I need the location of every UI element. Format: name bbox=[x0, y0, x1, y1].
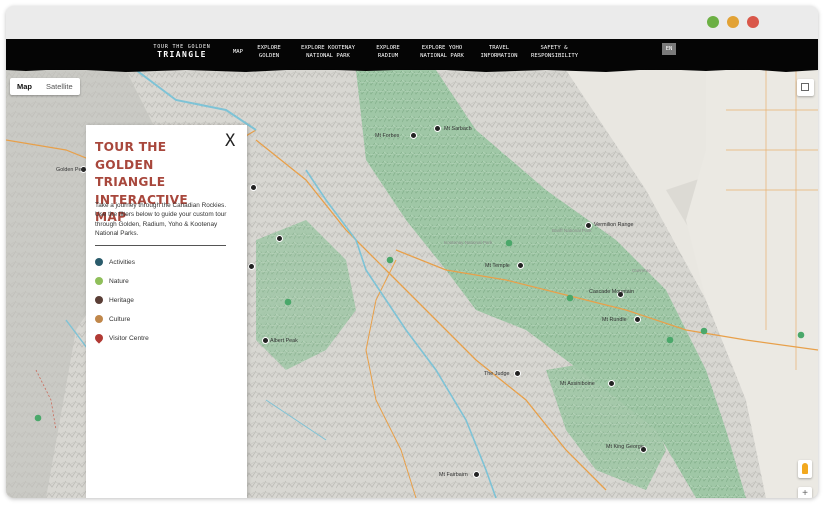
peak-label: The Judge bbox=[484, 371, 510, 377]
map-info-panel: X TOUR THE GOLDEN TRIANGLE INTERACTIVE M… bbox=[86, 125, 247, 498]
window-titlebar bbox=[6, 6, 818, 39]
nature-icon bbox=[95, 277, 103, 285]
peak-marker[interactable] bbox=[434, 125, 441, 132]
panel-close-button[interactable]: X bbox=[225, 131, 235, 151]
peak-label: Cascade Mountain bbox=[589, 289, 634, 295]
peak-label: Golden Peak bbox=[56, 167, 88, 173]
activities-icon bbox=[95, 258, 103, 266]
site-logo[interactable]: TOUR THE GOLDEN TRIANGLE bbox=[151, 45, 213, 59]
logo-line2: TRIANGLE bbox=[157, 50, 207, 59]
place-label: Banff National Park bbox=[552, 228, 592, 233]
map-type-control: Map Satellite bbox=[10, 78, 80, 95]
satellite-view-button[interactable]: Satellite bbox=[39, 78, 80, 95]
peak-label: Mt Rundle bbox=[602, 317, 627, 323]
maximize-button[interactable] bbox=[707, 16, 719, 28]
peak-marker[interactable] bbox=[473, 471, 480, 478]
filter-visitor-centre[interactable]: Visitor Centre bbox=[93, 332, 149, 344]
panel-divider bbox=[95, 245, 226, 246]
map-view-button[interactable]: Map bbox=[10, 78, 39, 95]
peak-label: Mt Sarbach bbox=[444, 126, 472, 132]
filter-heritage[interactable]: Heritage bbox=[95, 294, 134, 306]
peak-marker[interactable] bbox=[410, 132, 417, 139]
peak-marker[interactable] bbox=[262, 337, 269, 344]
filter-label: Nature bbox=[109, 277, 129, 285]
peak-label: Mt Temple bbox=[485, 263, 510, 269]
visitor-centre-icon bbox=[93, 332, 105, 344]
peak-label: Mt Forbes bbox=[375, 133, 400, 139]
place-label: Canmore bbox=[632, 268, 651, 273]
fullscreen-button[interactable] bbox=[797, 79, 814, 96]
peak-marker[interactable] bbox=[634, 316, 641, 323]
minimize-button[interactable] bbox=[727, 16, 739, 28]
peak-label: Mt Fairbairn bbox=[439, 472, 468, 478]
navbar-torn-edge bbox=[6, 67, 818, 72]
nav-explore-kootenay[interactable]: EXPLORE KOOTENAY NATIONAL PARK bbox=[297, 44, 359, 60]
nav-explore-golden[interactable]: EXPLORE GOLDEN bbox=[254, 44, 284, 60]
peak-marker[interactable] bbox=[517, 262, 524, 269]
peak-marker[interactable] bbox=[276, 235, 283, 242]
zoom-in-button[interactable]: + bbox=[798, 487, 812, 498]
pegman-icon bbox=[802, 463, 808, 474]
filter-label: Culture bbox=[109, 315, 131, 323]
close-window-button[interactable] bbox=[747, 16, 759, 28]
nav-travel-information[interactable]: TRAVEL INFORMATION bbox=[479, 44, 519, 60]
filter-culture[interactable]: Culture bbox=[95, 313, 130, 325]
peak-label: Vermilion Range bbox=[594, 222, 634, 228]
filter-label: Activities bbox=[109, 258, 136, 266]
nav-safety-responsibility[interactable]: SAFETY & RESPONSIBILITY bbox=[531, 44, 578, 60]
peak-label: Mt Assiniboine bbox=[560, 381, 595, 387]
nav-map[interactable]: MAP bbox=[231, 48, 245, 56]
site-navbar: TOUR THE GOLDEN TRIANGLE MAP EXPLORE GOL… bbox=[6, 39, 818, 70]
heritage-icon bbox=[95, 296, 103, 304]
peak-marker[interactable] bbox=[514, 370, 521, 377]
filter-label: Visitor Centre bbox=[109, 334, 149, 342]
browser-window: TOUR THE GOLDEN TRIANGLE MAP EXPLORE GOL… bbox=[6, 6, 818, 498]
panel-description: Take a journey through the Canadian Rock… bbox=[95, 202, 227, 238]
place-label: Kootenay National Park bbox=[444, 240, 493, 245]
peak-marker[interactable] bbox=[608, 380, 615, 387]
nav-explore-yoho[interactable]: EXPLORE YOHO NATIONAL PARK bbox=[417, 44, 467, 60]
nav-explore-radium[interactable]: EXPLORE RADIUM bbox=[371, 44, 405, 60]
filter-activities[interactable]: Activities bbox=[95, 256, 135, 268]
peak-label: Mt King George bbox=[606, 444, 644, 450]
peak-marker[interactable] bbox=[250, 184, 257, 191]
peak-marker[interactable] bbox=[248, 263, 255, 270]
peak-label: Albert Peak bbox=[270, 338, 298, 344]
interactive-map[interactable]: Mt Sarbach Mt Forbes Mt Temple Cascade M… bbox=[6, 70, 818, 498]
culture-icon bbox=[95, 315, 103, 323]
filter-nature[interactable]: Nature bbox=[95, 275, 129, 287]
filter-label: Heritage bbox=[109, 296, 134, 304]
language-switch[interactable]: EN bbox=[662, 43, 676, 55]
fullscreen-icon bbox=[801, 83, 809, 91]
street-view-button[interactable] bbox=[798, 460, 812, 478]
